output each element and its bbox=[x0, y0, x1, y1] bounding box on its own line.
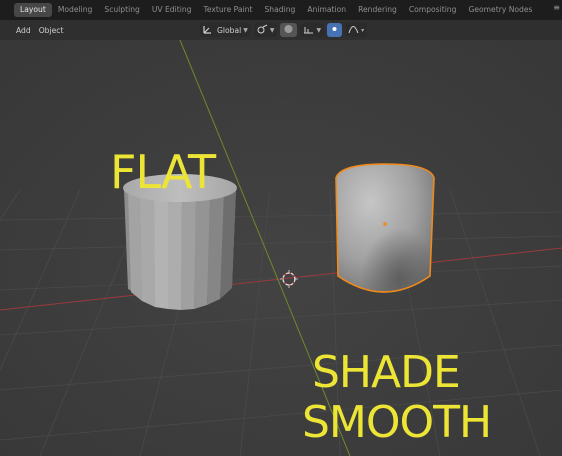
proportional-edit-toggle[interactable] bbox=[327, 23, 343, 37]
pivot-point-dropdown[interactable]: ▼ bbox=[253, 23, 278, 37]
snap-icon bbox=[257, 24, 268, 36]
viewport-header: Add Object Global ▼ ▼ ▼ ▾ bbox=[0, 20, 562, 40]
object-origin bbox=[383, 222, 387, 226]
header-menu: Add Object bbox=[12, 26, 67, 35]
smooth-cylinder bbox=[335, 163, 435, 293]
tab-modeling[interactable]: Modeling bbox=[52, 3, 99, 17]
tab-uv-editing[interactable]: UV Editing bbox=[146, 3, 198, 17]
falloff-dropdown[interactable]: ▾ bbox=[345, 23, 368, 37]
transform-orientation-dropdown[interactable]: Global ▼ bbox=[200, 23, 251, 37]
more-tabs-icon[interactable]: ≡ bbox=[553, 3, 560, 12]
chevron-down-icon: ▼ bbox=[269, 26, 275, 34]
smooth-caption: SMOOTH bbox=[302, 397, 492, 448]
snap-target-icon bbox=[303, 24, 314, 36]
transform-orientation-icon bbox=[203, 24, 214, 36]
snap-toggle[interactable] bbox=[280, 23, 298, 37]
magnet-icon bbox=[283, 24, 294, 36]
tab-geometry-nodes[interactable]: Geometry Nodes bbox=[462, 3, 538, 17]
3d-viewport[interactable]: FLAT SHADE SMOOTH bbox=[0, 40, 562, 456]
menu-object[interactable]: Object bbox=[35, 26, 68, 35]
viewport-scene bbox=[0, 40, 562, 456]
tab-shading[interactable]: Shading bbox=[258, 3, 301, 17]
falloff-icon bbox=[348, 24, 359, 36]
flat-caption: FLAT bbox=[110, 145, 216, 199]
chevron-down-icon: ▼ bbox=[243, 26, 248, 34]
viewport-tool-group: Global ▼ ▼ ▼ ▾ bbox=[200, 23, 368, 37]
proportional-edit-icon bbox=[330, 24, 339, 36]
tab-layout[interactable]: Layout bbox=[14, 3, 52, 17]
chevron-down-icon: ▾ bbox=[361, 26, 365, 34]
tab-texture-paint[interactable]: Texture Paint bbox=[197, 3, 258, 17]
transform-orientation-label: Global bbox=[217, 25, 242, 35]
chevron-down-icon: ▼ bbox=[316, 26, 322, 34]
menu-add[interactable]: Add bbox=[12, 26, 35, 35]
snap-target-dropdown[interactable]: ▼ bbox=[300, 23, 325, 37]
workspace-tab-bar: Layout Modeling Sculpting UV Editing Tex… bbox=[0, 0, 562, 20]
tab-sculpting[interactable]: Sculpting bbox=[98, 3, 145, 17]
tab-animation[interactable]: Animation bbox=[301, 3, 352, 17]
tab-rendering[interactable]: Rendering bbox=[352, 3, 403, 17]
shade-caption: SHADE bbox=[312, 347, 461, 398]
tab-compositing[interactable]: Compositing bbox=[403, 3, 463, 17]
